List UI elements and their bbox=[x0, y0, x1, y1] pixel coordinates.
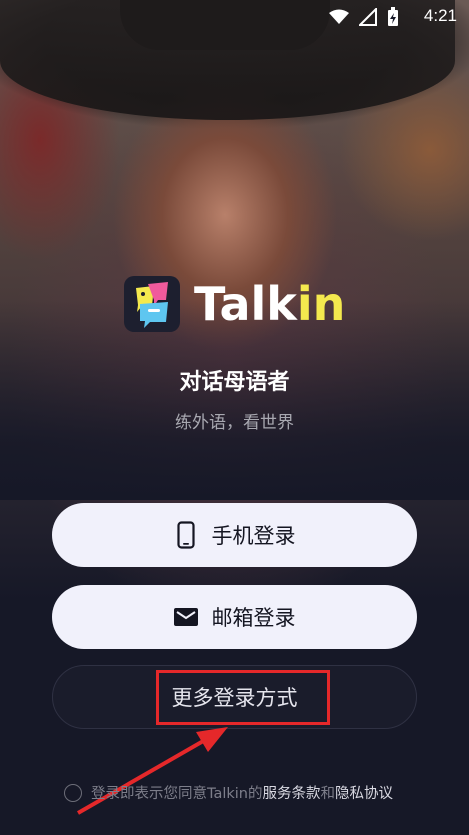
brand-name: Talkin bbox=[194, 276, 345, 332]
brand-logo: Talkin bbox=[124, 276, 345, 332]
mail-icon bbox=[173, 603, 198, 631]
agreement-row: 登录即表示您同意Talkin的 服务条款和隐私协议 bbox=[64, 782, 393, 803]
email-login-button[interactable]: 邮箱登录 bbox=[52, 585, 417, 649]
agreement-checkbox[interactable] bbox=[64, 783, 82, 802]
email-login-label: 邮箱登录 bbox=[211, 606, 296, 630]
tagline: 对话母语者 bbox=[179, 370, 290, 395]
terms-link[interactable]: 服务条款 bbox=[263, 782, 321, 803]
agreement-and: 和 bbox=[320, 786, 336, 802]
annotation-highlight-box bbox=[156, 670, 330, 725]
agreement-prefix: 登录即表示您同意Talkin的 bbox=[91, 786, 263, 802]
brand-name-part1: Talk bbox=[194, 277, 297, 331]
app-logo-icon bbox=[124, 276, 180, 332]
subtitle: 练外语，看世界 bbox=[175, 413, 294, 433]
phone-login-button[interactable]: 手机登录 bbox=[52, 503, 417, 567]
phone-login-label: 手机登录 bbox=[211, 524, 296, 548]
status-bar: 4:21 bbox=[0, 0, 469, 34]
wifi-icon bbox=[329, 9, 349, 29]
status-icons bbox=[329, 6, 399, 31]
status-time: 4:21 bbox=[423, 6, 457, 25]
privacy-link[interactable]: 隐私协议 bbox=[335, 782, 393, 803]
signal-icon bbox=[357, 6, 377, 30]
battery-charging-icon bbox=[387, 7, 399, 31]
phone-icon bbox=[174, 521, 198, 549]
brand-name-part2: in bbox=[296, 277, 346, 331]
